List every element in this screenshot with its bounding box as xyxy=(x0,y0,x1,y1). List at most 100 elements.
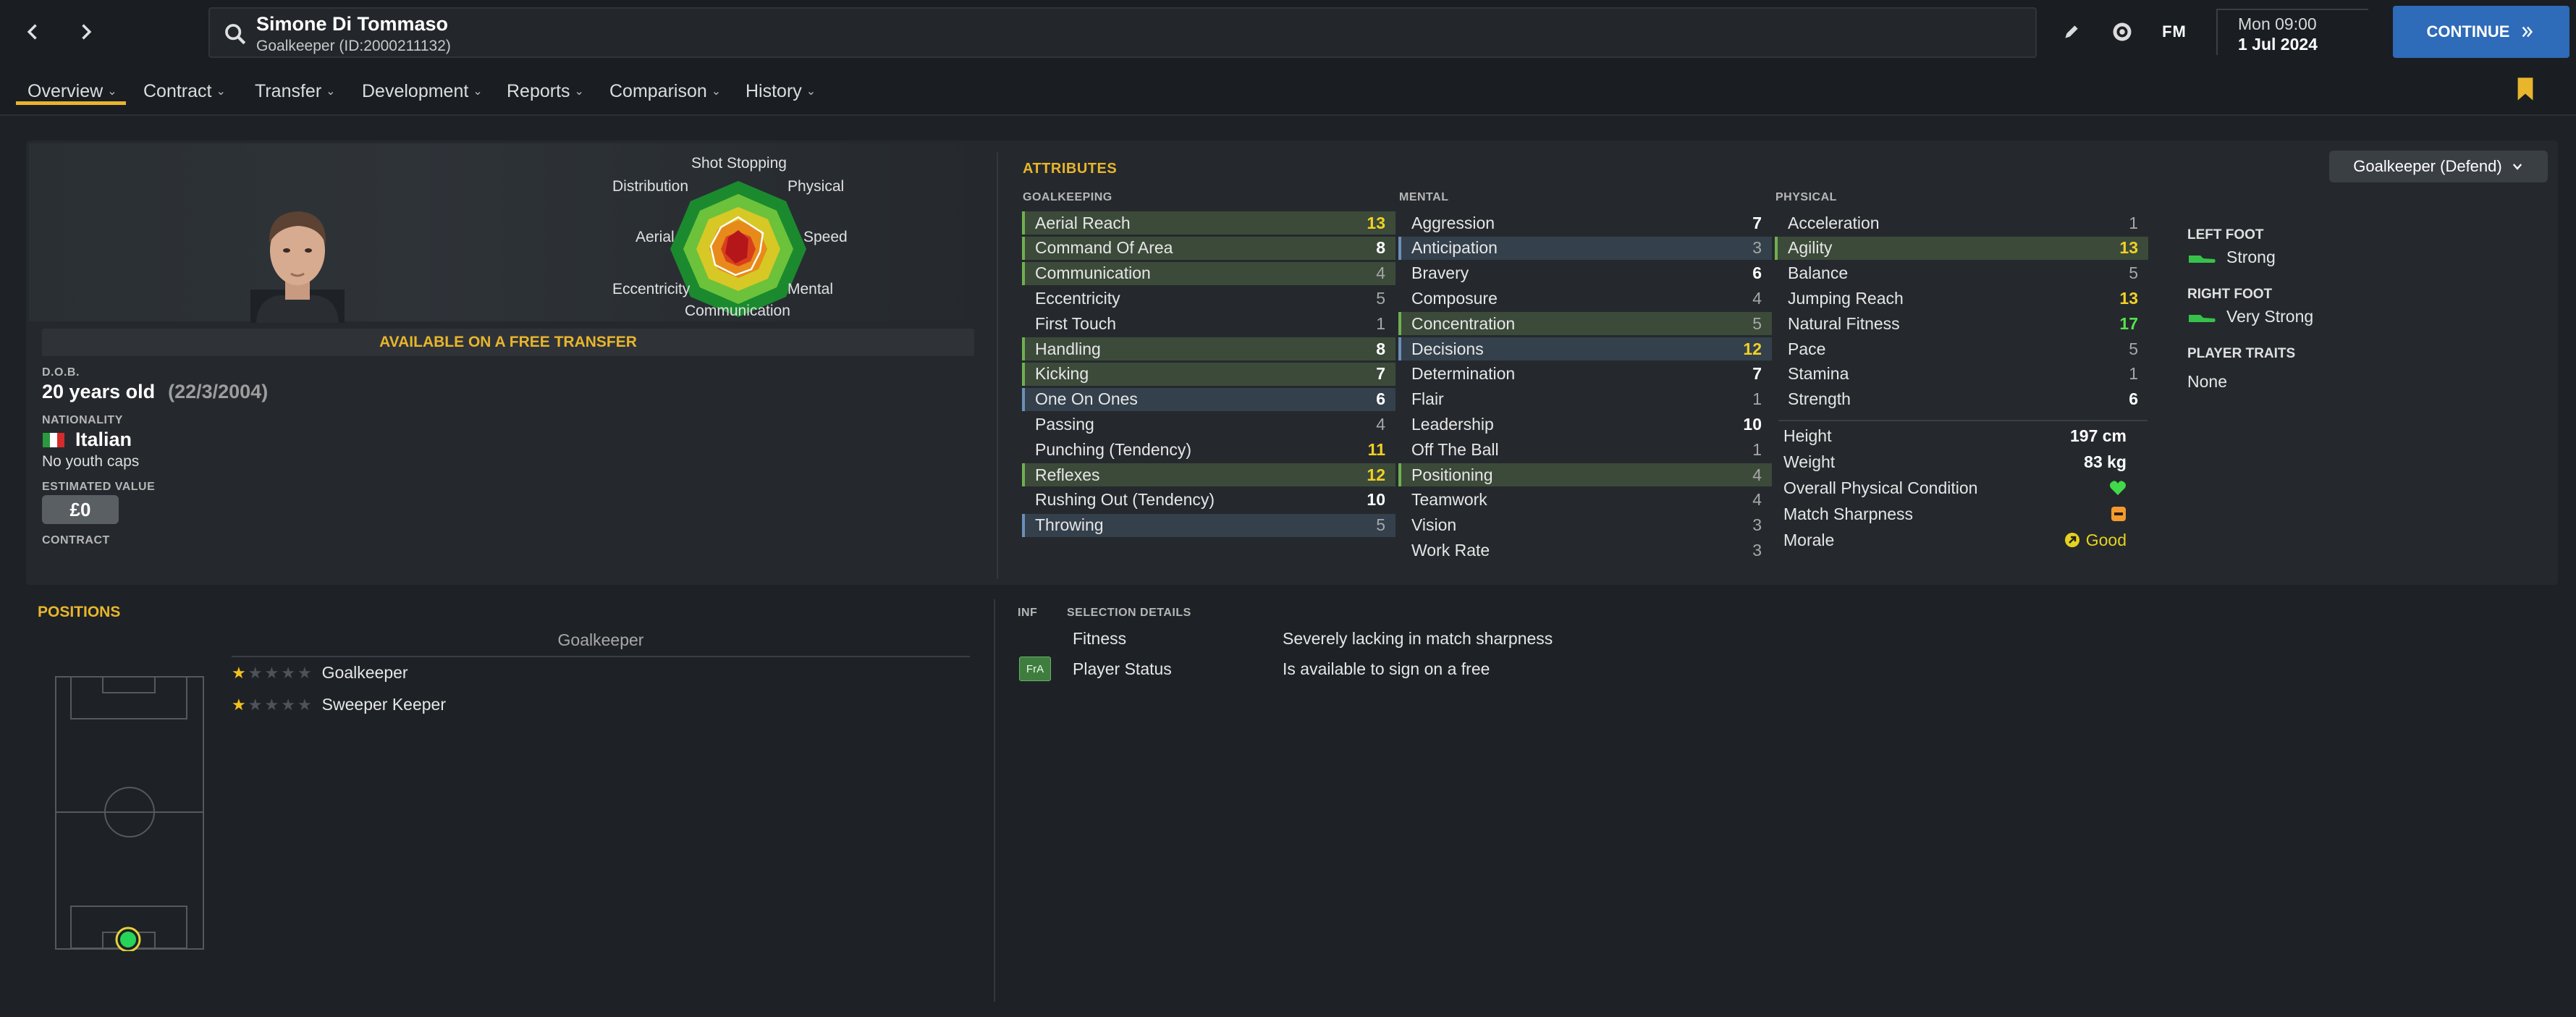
estimated-value-label: ESTIMATED VALUE xyxy=(42,481,156,493)
fm-menu-button[interactable]: FM xyxy=(2158,16,2190,48)
radar-label-physical: Physical xyxy=(787,178,845,195)
attribute-name: Reflexes xyxy=(1035,465,1100,484)
attribute-name: Passing xyxy=(1035,414,1094,434)
attribute-row[interactable]: Determination 7 xyxy=(1398,363,1772,386)
search-icon[interactable] xyxy=(223,22,248,46)
nationality-row[interactable]: Italian xyxy=(42,429,132,451)
back-button[interactable] xyxy=(12,12,55,52)
attribute-row[interactable]: Composure 4 xyxy=(1398,287,1772,310)
estimated-value-badge: £0 xyxy=(42,495,119,524)
attribute-value: 5 xyxy=(2129,263,2138,283)
inf-header: INF xyxy=(1018,607,1038,619)
radar-label-shot-stopping: Shot Stopping xyxy=(691,155,787,172)
tab-reports[interactable]: Reports ⌄ xyxy=(507,77,584,106)
role-select[interactable]: Goalkeeper (Defend) xyxy=(2329,151,2548,182)
attribute-name: Work Rate xyxy=(1411,540,1490,560)
attribute-row[interactable]: Jumping Reach 13 xyxy=(1775,287,2148,310)
edit-pencil-icon[interactable] xyxy=(2056,16,2087,48)
attribute-row[interactable]: Anticipation 3 xyxy=(1398,236,1772,260)
game-date[interactable]: Mon 09:00 1 Jul 2024 xyxy=(2216,9,2368,55)
attribute-row[interactable]: Aggression 7 xyxy=(1398,211,1772,235)
attribute-row[interactable]: Work Rate 3 xyxy=(1398,539,1772,562)
attribute-row[interactable]: Strength 6 xyxy=(1775,388,2148,411)
attribute-name: Vision xyxy=(1411,515,1457,535)
attribute-row[interactable]: Pace 5 xyxy=(1775,337,2148,360)
attribute-row[interactable]: Balance 5 xyxy=(1775,262,2148,285)
tab-transfer[interactable]: Transfer ⌄ xyxy=(255,77,336,106)
chevron-down-icon: ⌄ xyxy=(806,85,816,98)
tab-history[interactable]: History ⌄ xyxy=(746,77,816,106)
attribute-row[interactable]: First Touch 1 xyxy=(1022,312,1395,335)
attribute-row[interactable]: Teamwork 4 xyxy=(1398,489,1772,512)
role-select-value: Goalkeeper (Defend) xyxy=(2353,157,2502,175)
attribute-value: 8 xyxy=(1376,339,1385,358)
attribute-row[interactable]: Punching (Tendency) 11 xyxy=(1022,438,1395,461)
sharpness-label: Match Sharpness xyxy=(1783,504,1913,523)
bookmark-icon[interactable] xyxy=(2516,77,2535,101)
attribute-value: 10 xyxy=(1743,414,1762,434)
morale-indicator: Good xyxy=(2064,531,2127,550)
attribute-row[interactable]: Vision 3 xyxy=(1398,514,1772,537)
selection-value: Is available to sign on a free xyxy=(1283,659,1490,678)
condition-label: Overall Physical Condition xyxy=(1783,478,1978,497)
attribute-value: 8 xyxy=(1376,238,1385,258)
attribute-row[interactable]: Aerial Reach 13 xyxy=(1022,211,1395,235)
attribute-row[interactable]: Decisions 12 xyxy=(1398,337,1772,360)
attribute-name: Positioning xyxy=(1411,465,1493,484)
tab-contract[interactable]: Contract ⌄ xyxy=(143,77,226,106)
tab-comparison[interactable]: Comparison ⌄ xyxy=(609,77,721,106)
selection-row-fitness: Fitness Severely lacking in match sharpn… xyxy=(1018,624,2552,653)
forward-button[interactable] xyxy=(64,12,107,52)
attribute-row[interactable]: Positioning 4 xyxy=(1398,463,1772,486)
tab-label: Development xyxy=(362,80,469,101)
attributes-title: ATTRIBUTES xyxy=(1023,161,1118,177)
attribute-name: Aerial Reach xyxy=(1035,213,1131,232)
attribute-row[interactable]: Throwing 5 xyxy=(1022,513,1395,537)
attribute-row[interactable]: Handling 8 xyxy=(1022,337,1395,360)
weight-row: Weight 83 kg xyxy=(1775,449,2137,475)
attribute-row[interactable]: Agility 13 xyxy=(1775,236,2148,260)
nationality-value: Italian xyxy=(75,429,132,450)
contract-label: CONTRACT xyxy=(42,534,110,547)
attribute-value: 12 xyxy=(1367,465,1385,484)
attribute-value: 1 xyxy=(2129,213,2138,232)
tab-development[interactable]: Development ⌄ xyxy=(362,77,483,106)
player-traits-label: PLAYER TRAITS xyxy=(2187,346,2296,361)
chevron-down-icon: ⌄ xyxy=(107,85,117,98)
attribute-row[interactable]: Kicking 7 xyxy=(1022,362,1395,386)
availability-banner: AVAILABLE ON A FREE TRANSFER xyxy=(42,329,974,356)
position-row-sweeper-keeper[interactable]: ★ ★ ★ ★ ★ Sweeper Keeper xyxy=(232,695,446,714)
attribute-row[interactable]: Leadership 10 xyxy=(1398,413,1772,436)
continue-button[interactable]: CONTINUE xyxy=(2393,6,2569,58)
tab-label: Overview xyxy=(28,80,104,101)
player-search-bar[interactable]: Simone Di Tommaso Goalkeeper (ID:2000211… xyxy=(208,7,2037,58)
attribute-name: Decisions xyxy=(1411,339,1484,358)
attribute-name: Eccentricity xyxy=(1035,288,1120,308)
attribute-row[interactable]: Passing 4 xyxy=(1022,413,1395,436)
star-icon: ★ xyxy=(297,695,312,714)
date-day: Mon 09:00 xyxy=(2238,14,2317,33)
attribute-row[interactable]: Natural Fitness 17 xyxy=(1775,312,2148,335)
attribute-row[interactable]: Stamina 1 xyxy=(1775,363,2148,386)
attribute-row[interactable]: Acceleration 1 xyxy=(1775,211,2148,235)
club-badge-icon[interactable] xyxy=(2106,16,2138,48)
dob-label: D.O.B. xyxy=(42,366,80,379)
dob-row: 20 years old (22/3/2004) xyxy=(42,381,268,403)
attribute-value: 4 xyxy=(1752,490,1762,510)
attribute-row[interactable]: Off The Ball 1 xyxy=(1398,438,1772,461)
attribute-row[interactable]: Communication 4 xyxy=(1022,261,1395,285)
attribute-row[interactable]: One On Ones 6 xyxy=(1022,387,1395,411)
attribute-row[interactable]: Bravery 6 xyxy=(1398,262,1772,285)
attribute-row[interactable]: Reflexes 12 xyxy=(1022,463,1395,486)
position-row-goalkeeper[interactable]: ★ ★ ★ ★ ★ Goalkeeper xyxy=(232,663,408,683)
star-icon: ★ xyxy=(248,663,263,682)
star-icon: ★ xyxy=(264,663,279,682)
attribute-row[interactable]: Rushing Out (Tendency) 10 xyxy=(1022,489,1395,512)
attribute-row[interactable]: Command Of Area 8 xyxy=(1022,236,1395,260)
attribute-row[interactable]: Eccentricity 5 xyxy=(1022,287,1395,310)
attribute-name: Leadership xyxy=(1411,414,1494,434)
attribute-value: 1 xyxy=(1376,313,1385,333)
attribute-row[interactable]: Concentration 5 xyxy=(1398,312,1772,336)
attribute-name: Handling xyxy=(1035,339,1101,358)
attribute-row[interactable]: Flair 1 xyxy=(1398,388,1772,411)
